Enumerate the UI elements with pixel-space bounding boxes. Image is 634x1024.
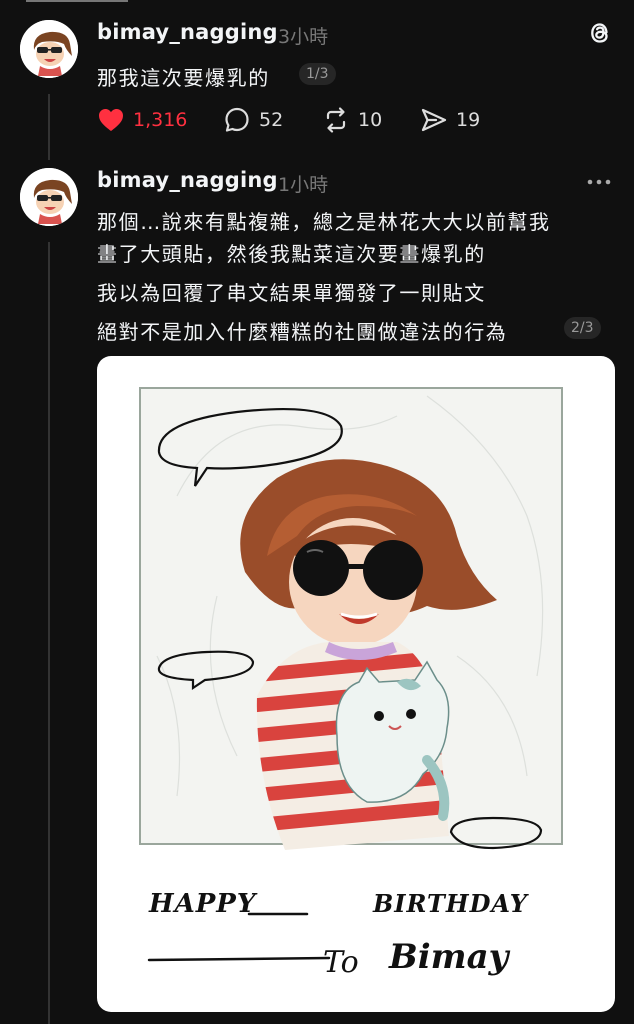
post-text-line: 那個…說來有點複雜，總之是林花大大以前幫我 [97, 210, 551, 234]
repost-button[interactable]: 10 [322, 105, 382, 135]
username[interactable]: bimay_nagging [97, 20, 278, 44]
comment-count: 52 [259, 109, 284, 131]
like-count: 1,316 [133, 109, 188, 131]
thread-post[interactable]: bimay_nagging 1小時 那個…說來有點複雜，總之是林花大大以前幫我 … [0, 160, 634, 1024]
send-icon [421, 108, 447, 132]
share-count: 19 [456, 109, 481, 131]
post-text-line: 我以為回覆了串文結果單獨發了一則貼文 [97, 281, 486, 305]
birthday-illustration: HAPPY BIRTHDAY To Bimay [139, 387, 563, 980]
caption-birthday: BIRTHDAY [372, 889, 530, 918]
post-text: 那我這次要爆乳的 [97, 66, 270, 90]
username[interactable]: bimay_nagging [97, 168, 278, 192]
comment-bubble-icon [225, 107, 249, 132]
repost-count: 10 [358, 109, 383, 131]
thread-pager-badge: 2/3 [564, 317, 601, 339]
thread-pager-badge: 1/3 [299, 63, 336, 85]
post-text-line: 畫了大頭貼，然後我點菜這次要畫爆乳的 [97, 242, 486, 266]
avatar-illustration-icon [20, 168, 78, 226]
share-button[interactable]: 19 [420, 105, 480, 135]
threads-logo-icon[interactable] [586, 19, 614, 47]
post-image[interactable]: HAPPY BIRTHDAY To Bimay [97, 356, 615, 1012]
heart-filled-icon [99, 109, 123, 131]
post-time: 1小時 [278, 174, 329, 196]
post-text-line: 絕對不是加入什麼糟糕的社團做違法的行為 [97, 320, 508, 344]
avatar[interactable] [20, 168, 78, 226]
avatar-illustration-icon [20, 20, 78, 78]
thread-post[interactable]: bimay_nagging 3小時 那我這次要爆乳的 1/3 1,316 52 … [0, 0, 634, 160]
caption-name: Bimay [388, 937, 511, 977]
post-time: 3小時 [278, 26, 329, 48]
thread-connector [48, 94, 50, 160]
avatar[interactable] [20, 20, 78, 78]
repost-icon [326, 107, 346, 133]
like-button[interactable]: 1,316 [97, 105, 187, 135]
comment-button[interactable]: 52 [223, 105, 283, 135]
thread-connector [48, 242, 50, 1024]
caption-to: To [323, 945, 359, 980]
caption-happy: HAPPY [148, 889, 258, 919]
more-options-icon[interactable] [586, 176, 612, 188]
